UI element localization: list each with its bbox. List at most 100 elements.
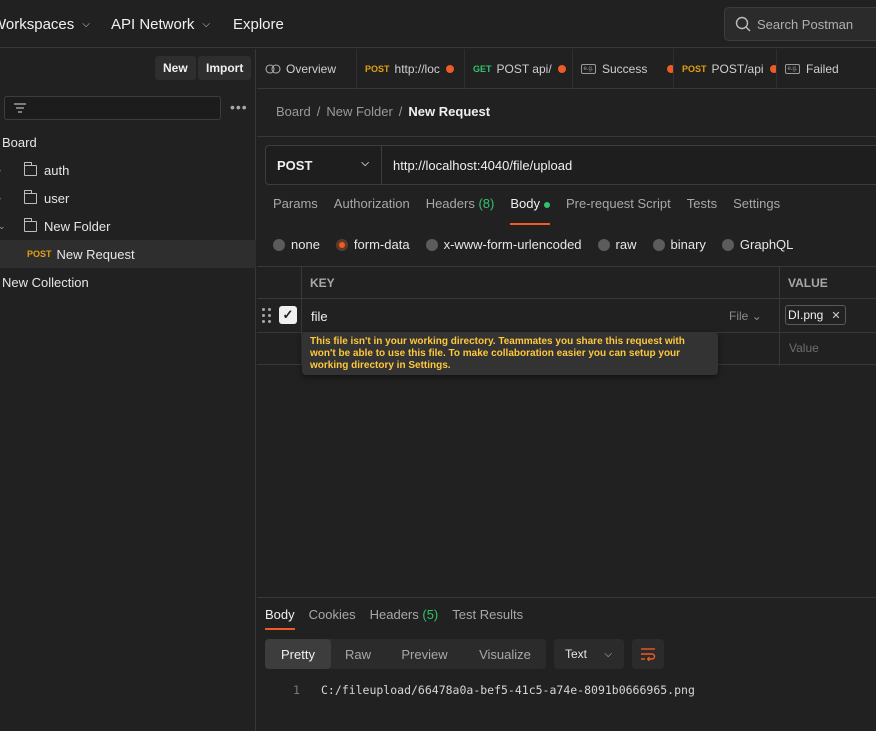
headers-count: (8)	[478, 196, 495, 211]
wrap-lines-icon	[641, 648, 656, 661]
wrap-lines-button[interactable]	[632, 639, 664, 669]
tab-label: POST api/	[496, 61, 552, 76]
file-chip[interactable]: DI.png ✕	[785, 305, 846, 325]
tab-request-3[interactable]: POST POST/api	[674, 48, 777, 89]
value-header: VALUE	[788, 276, 828, 290]
key-type-select[interactable]: File ⌄	[729, 309, 762, 323]
tab-label: Pre-request Script	[565, 196, 671, 211]
view-visualize-button[interactable]: Visualize	[464, 639, 546, 669]
radio-icon	[652, 238, 665, 251]
row-enabled-checkbox[interactable]: ✓	[279, 306, 297, 324]
chevron-down-icon: ⌵	[604, 649, 612, 660]
radio-none[interactable]: none	[273, 237, 320, 252]
divider	[257, 136, 876, 137]
radio-icon	[597, 238, 610, 251]
tab-params[interactable]: Params	[273, 196, 318, 225]
code-line: C:/fileupload/66478a0a-bef5-41c5-a74e-80…	[321, 683, 695, 697]
tab-label: Tests	[686, 196, 718, 211]
value-input[interactable]: Value	[789, 341, 819, 355]
tab-label: Params	[273, 196, 318, 211]
radio-urlencoded[interactable]: x-www-form-urlencoded	[425, 237, 582, 252]
format-select[interactable]: Text ⌵	[554, 639, 624, 669]
body-type-radios: none form-data x-www-form-urlencoded raw…	[273, 237, 809, 252]
sidebar-item-auth[interactable]: › auth	[0, 156, 256, 184]
collection-label: New Collection	[2, 274, 89, 290]
method-select[interactable]: POST ⌵	[266, 146, 382, 184]
sidebar-item-new-request[interactable]: POST New Request	[0, 240, 256, 268]
radio-form-data[interactable]: form-data	[335, 237, 410, 252]
method-badge: POST	[27, 249, 52, 259]
tab-request-2[interactable]: GET POST api/	[465, 48, 573, 89]
radio-icon	[425, 238, 438, 251]
breadcrumb-current[interactable]: New Request	[408, 104, 490, 119]
table-row: ✓ file File ⌄ DI.png ✕	[257, 300, 876, 333]
sidebar-item-new-folder[interactable]: ⌄ New Folder	[0, 212, 256, 240]
tab-pre-request-script[interactable]: Pre-request Script	[566, 196, 671, 225]
radio-label: raw	[615, 237, 637, 252]
tab-example-failed[interactable]: e.g. Failed	[777, 49, 876, 89]
url-input[interactable]: http://localhost:4040/file/upload	[382, 146, 572, 184]
view-raw-button[interactable]: Raw	[331, 639, 385, 669]
tab-body[interactable]: Body	[510, 196, 550, 225]
view-pretty-button[interactable]: Pretty	[265, 639, 331, 669]
radio-binary[interactable]: binary	[652, 237, 706, 252]
tab-settings[interactable]: Settings	[733, 196, 780, 225]
filter-icon	[14, 103, 26, 113]
tab-label: Headers	[369, 607, 419, 622]
method-value: POST	[277, 157, 313, 173]
radio-label: form-data	[353, 237, 410, 252]
unsaved-dot-icon	[445, 64, 454, 73]
collection-board[interactable]: Board	[0, 128, 256, 156]
tab-response-headers[interactable]: Headers (5)	[370, 607, 439, 630]
tab-response-body[interactable]: Body	[265, 607, 295, 630]
tooltip-line: This file isn't in your working director…	[310, 336, 685, 347]
tab-test-results[interactable]: Test Results	[452, 607, 523, 630]
tab-tests[interactable]: Tests	[687, 196, 717, 225]
tab-label: Authorization	[333, 196, 410, 211]
tab-overview[interactable]: Overview	[257, 48, 357, 89]
search-placeholder: Search Postman	[757, 16, 854, 32]
view-preview-button[interactable]: Preview	[385, 639, 464, 669]
tooltip-line: working directory in Settings.	[310, 360, 451, 371]
radio-raw[interactable]: raw	[597, 237, 637, 252]
more-options-icon[interactable]: •••	[230, 99, 248, 115]
chevron-down-icon: ⌵	[202, 18, 210, 30]
tab-label: Failed	[806, 61, 839, 76]
overview-icon	[265, 63, 281, 74]
collection-new-collection[interactable]: New Collection	[0, 268, 256, 296]
workspaces-menu[interactable]: Workspaces ⌵	[0, 0, 90, 48]
breadcrumb-folder[interactable]: New Folder	[326, 104, 392, 119]
sidebar-item-label: New Folder	[44, 218, 111, 234]
search-input[interactable]: Search Postman	[724, 7, 876, 41]
tab-response-cookies[interactable]: Cookies	[309, 607, 356, 630]
tab-label: Test Results	[452, 607, 524, 622]
tab-label: Cookies	[308, 607, 356, 622]
api-network-menu[interactable]: API Network ⌵	[111, 0, 210, 48]
request-tabs-bar: Overview POST http://loc GET POST api/ e…	[257, 48, 876, 89]
filter-input[interactable]	[4, 96, 221, 120]
breadcrumb-board[interactable]: Board	[276, 104, 311, 119]
tab-request-1[interactable]: POST http://loc	[357, 48, 465, 89]
sidebar-item-label: New Request	[56, 246, 135, 262]
warning-tooltip: This file isn't in your working director…	[302, 332, 718, 375]
key-input[interactable]: file	[311, 309, 328, 324]
radio-graphql[interactable]: GraphQL	[721, 237, 793, 252]
new-button[interactable]: New	[155, 56, 196, 80]
collection-label: Board	[2, 134, 37, 150]
tab-authorization[interactable]: Authorization	[334, 196, 410, 225]
drag-handle-icon[interactable]	[262, 308, 272, 324]
tab-example-success[interactable]: e.g. Success	[573, 48, 674, 89]
explore-link[interactable]: Explore	[233, 0, 284, 48]
import-button[interactable]: Import	[198, 56, 252, 80]
close-icon[interactable]: ✕	[831, 309, 840, 322]
radio-label: none	[291, 237, 320, 252]
format-value: Text	[565, 647, 588, 661]
radio-label: x-www-form-urlencoded	[443, 237, 582, 252]
sidebar-item-user[interactable]: › user	[0, 184, 256, 212]
tab-headers[interactable]: Headers (8)	[426, 196, 495, 225]
line-number: 1	[293, 683, 300, 697]
example-icon: e.g.	[785, 63, 800, 74]
unsaved-dot-icon	[557, 64, 566, 73]
method-badge: GET	[473, 63, 492, 74]
tab-label: http://loc	[394, 61, 440, 76]
